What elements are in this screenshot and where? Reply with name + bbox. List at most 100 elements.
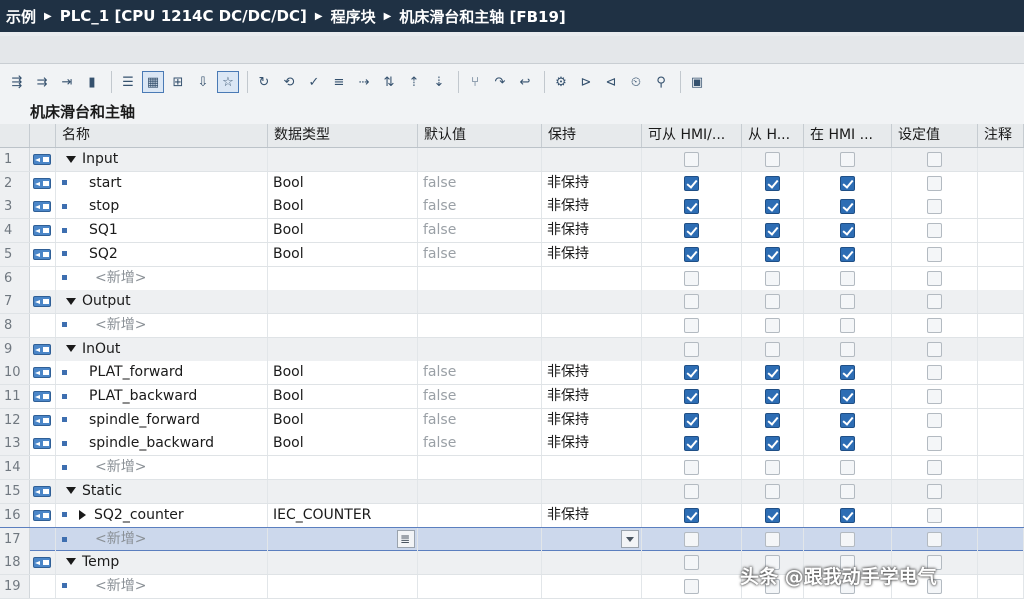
comment-cell[interactable] (978, 313, 1024, 337)
retain-cell[interactable]: 非保持 (542, 171, 642, 195)
collapse-arrow-icon[interactable] (66, 487, 76, 495)
hmi-access-checkbox[interactable] (684, 578, 699, 594)
default-cell[interactable] (418, 528, 542, 552)
default-cell[interactable]: false (418, 408, 542, 432)
retain-cell[interactable] (542, 456, 642, 480)
network-icon[interactable]: ⟲ (278, 71, 300, 93)
type-cell[interactable]: Bool (268, 195, 418, 219)
setpoint-checkbox[interactable] (927, 175, 942, 191)
hmi-access-checkbox[interactable] (684, 152, 699, 167)
name-cell[interactable]: Temp (56, 550, 268, 574)
table-row[interactable]: 4 SQ1 Bool false 非保持 (0, 219, 1024, 244)
retain-cell[interactable] (542, 290, 642, 314)
add-row-icon[interactable]: ⇉ (31, 71, 53, 93)
network-nav-icon[interactable]: ⊳ (575, 71, 597, 93)
download-icon[interactable]: ⇩ (192, 71, 214, 93)
setpoint-checkbox[interactable] (927, 412, 942, 428)
name-cell[interactable]: InOut (56, 337, 268, 361)
hmi-visible-checkbox[interactable] (840, 436, 855, 452)
hmi-write-checkbox[interactable] (765, 389, 780, 404)
name-cell[interactable]: <新增> (56, 313, 268, 337)
comment-cell[interactable] (978, 148, 1024, 171)
hmi-visible-checkbox[interactable] (840, 365, 855, 381)
table-row[interactable]: 10 PLAT_forward Bool false 非保持 (0, 361, 1024, 386)
collapse-arrow-icon[interactable] (66, 297, 76, 305)
return-icon[interactable]: ↩ (514, 71, 536, 93)
default-cell[interactable]: false (418, 195, 542, 219)
comment-cell[interactable] (978, 219, 1024, 243)
name-cell[interactable]: stop (56, 195, 268, 219)
setpoint-checkbox[interactable] (927, 389, 942, 404)
name-cell[interactable]: spindle_backward (56, 432, 268, 456)
name-cell[interactable]: Input (56, 148, 268, 171)
comment-cell[interactable] (978, 479, 1024, 503)
compare-icon[interactable]: ⊞ (167, 71, 189, 93)
header-type[interactable]: 数据类型 (268, 124, 418, 147)
breadcrumb-item-blocks[interactable]: 程序块 (331, 6, 376, 27)
expand-arrow-icon[interactable] (79, 509, 86, 520)
hmi-write-checkbox[interactable] (765, 507, 780, 523)
name-cell[interactable]: Static (56, 479, 268, 503)
default-cell[interactable] (418, 479, 542, 503)
hmi-visible-checkbox[interactable] (840, 223, 855, 239)
goto-icon[interactable]: ⇢ (353, 71, 375, 93)
comment-cell[interactable] (978, 503, 1024, 527)
name-cell[interactable]: <新增> (56, 456, 268, 480)
hmi-write-checkbox[interactable] (765, 365, 780, 381)
retain-cell[interactable]: 非保持 (542, 219, 642, 243)
db-icon[interactable]: ▣ (686, 71, 708, 93)
hmi-visible-checkbox[interactable] (840, 532, 855, 548)
type-cell[interactable] (268, 148, 418, 171)
collapse-arrow-icon[interactable] (66, 345, 76, 353)
default-cell[interactable] (418, 290, 542, 314)
default-cell[interactable] (418, 550, 542, 574)
hmi-visible-checkbox[interactable] (840, 294, 855, 310)
table-row[interactable]: 13 spindle_backward Bool false 非保持 (0, 432, 1024, 457)
indent-icon[interactable]: ☰ (117, 71, 139, 93)
hmi-write-checkbox[interactable] (765, 341, 780, 357)
hmi-access-checkbox[interactable] (684, 294, 699, 310)
hmi-access-checkbox[interactable] (684, 317, 699, 333)
setpoint-checkbox[interactable] (927, 460, 942, 476)
retain-cell[interactable] (542, 266, 642, 290)
table-row-section[interactable]: 1 Input (0, 148, 1024, 172)
comment-cell[interactable] (978, 337, 1024, 361)
name-cell[interactable]: PLAT_backward (56, 385, 268, 408)
hmi-visible-checkbox[interactable] (840, 152, 855, 167)
type-cell[interactable] (268, 479, 418, 503)
comment-cell[interactable] (978, 528, 1024, 552)
favorites-icon[interactable]: ☆ (217, 71, 239, 93)
hmi-write-checkbox[interactable] (765, 175, 780, 191)
hmi-access-checkbox[interactable] (684, 223, 699, 239)
hmi-visible-checkbox[interactable] (840, 341, 855, 357)
type-cell[interactable] (268, 456, 418, 480)
collapse-arrow-icon[interactable] (66, 155, 76, 163)
hmi-access-checkbox[interactable] (684, 389, 699, 404)
table-row-section[interactable]: 15 Static (0, 479, 1024, 504)
comment-cell[interactable] (978, 408, 1024, 432)
setpoint-checkbox[interactable] (927, 152, 942, 167)
insert-row-icon[interactable]: ⇶ (6, 71, 28, 93)
setpoint-checkbox[interactable] (927, 294, 942, 310)
call-icon[interactable]: ↻ (253, 71, 275, 93)
settings-icon[interactable]: ⚙ (550, 71, 572, 93)
default-cell[interactable] (418, 313, 542, 337)
default-cell[interactable]: false (418, 242, 542, 266)
retain-cell[interactable]: 非保持 (542, 408, 642, 432)
comment-cell[interactable] (978, 361, 1024, 385)
hmi-write-checkbox[interactable] (765, 317, 780, 333)
sort-icon[interactable]: ⇅ (378, 71, 400, 93)
header-name[interactable]: 名称 (56, 124, 268, 147)
hmi-access-checkbox[interactable] (684, 436, 699, 452)
table-row[interactable]: 8 <新增> (0, 313, 1024, 338)
setpoint-checkbox[interactable] (927, 436, 942, 452)
hmi-visible-checkbox[interactable] (840, 246, 855, 262)
default-cell[interactable] (418, 503, 542, 527)
type-cell[interactable]: Bool (268, 242, 418, 266)
type-cell[interactable] (268, 574, 418, 598)
setpoint-checkbox[interactable] (927, 507, 942, 523)
hmi-write-checkbox[interactable] (765, 412, 780, 428)
retain-cell[interactable] (542, 528, 642, 552)
retain-cell[interactable]: 非保持 (542, 195, 642, 219)
hmi-access-checkbox[interactable] (684, 365, 699, 381)
